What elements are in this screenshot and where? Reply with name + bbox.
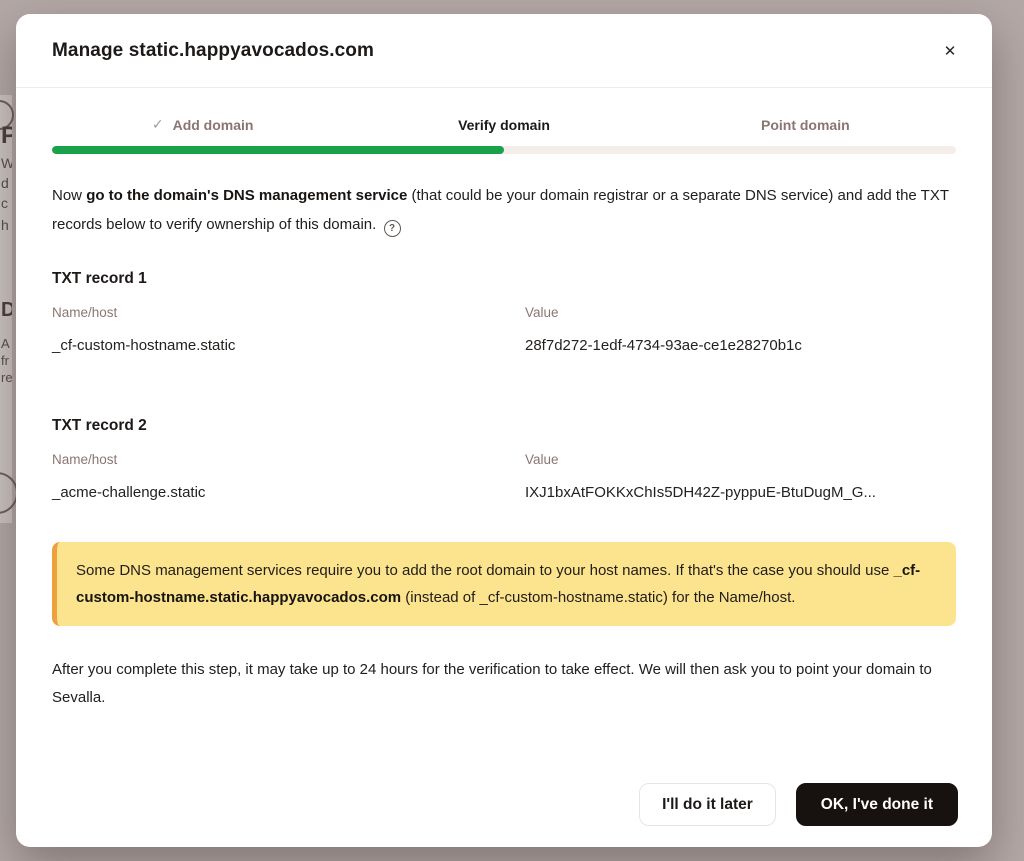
modal-header: Manage static.happyavocados.com ✕ — [16, 14, 992, 88]
background-text-fragment: D — [1, 300, 12, 320]
help-icon[interactable]: ? — [384, 220, 401, 237]
intro-text: Now — [52, 187, 86, 204]
step-label: Point domain — [761, 117, 850, 133]
txt-record-1: TXT record 1 Name/host Value _cf-custom-… — [52, 270, 956, 354]
warning-text: Some DNS management services require you… — [76, 562, 893, 579]
record-title: TXT record 1 — [52, 270, 956, 288]
background-text-fragment: W — [1, 156, 12, 170]
value-label: Value — [525, 452, 956, 467]
ok-done-button[interactable]: OK, I've done it — [796, 783, 958, 827]
modal-body: ✓ Add domain Verify domain Point domain … — [16, 116, 992, 712]
progress-bar-fill — [52, 146, 504, 154]
name-host-label: Name/host — [52, 305, 525, 320]
background-text-fragment: d — [1, 176, 12, 190]
background-text-fragment: re — [1, 371, 12, 384]
background-text-fragment: fr — [1, 354, 12, 367]
record-column-headers: Name/host Value — [52, 452, 956, 467]
name-host-value: _acme-challenge.static — [52, 484, 525, 501]
do-it-later-button[interactable]: I'll do it later — [639, 783, 776, 827]
background-text-fragment: c — [1, 196, 12, 210]
record-values: _acme-challenge.static IXJ1bxAtFOKKxChIs… — [52, 484, 956, 501]
step-label: Add domain — [173, 117, 254, 133]
verification-note: After you complete this step, it may tak… — [52, 656, 956, 712]
step-labels: ✓ Add domain Verify domain Point domain — [52, 116, 956, 133]
name-host-value: _cf-custom-hostname.static — [52, 337, 525, 354]
record-value: IXJ1bxAtFOKKxChIs5DH42Z-pyppuE-BtuDugM_G… — [525, 484, 956, 501]
checkmark-icon: ✓ — [152, 116, 164, 133]
warning-text: (instead of _cf-custom-hostname.static) … — [401, 589, 795, 606]
modal-title: Manage static.happyavocados.com — [52, 40, 374, 62]
dns-root-domain-warning: Some DNS management services require you… — [52, 542, 956, 626]
intro-text-bold: go to the domain's DNS management servic… — [86, 187, 407, 204]
step-verify-domain: Verify domain — [353, 116, 654, 133]
record-values: _cf-custom-hostname.static 28f7d272-1edf… — [52, 337, 956, 354]
background-text-fragment: P — [1, 124, 12, 148]
record-value: 28f7d272-1edf-4734-93ae-ce1e28270b1c — [525, 337, 956, 354]
step-point-domain: Point domain — [655, 116, 956, 133]
intro-paragraph: Now go to the domain's DNS management se… — [52, 181, 956, 239]
step-add-domain: ✓ Add domain — [52, 116, 353, 133]
manage-domain-modal: Manage static.happyavocados.com ✕ ✓ Add … — [16, 14, 992, 847]
txt-record-2: TXT record 2 Name/host Value _acme-chall… — [52, 417, 956, 501]
background-text-fragment: A — [1, 337, 12, 350]
step-label: Verify domain — [458, 117, 550, 133]
wizard-stepper: ✓ Add domain Verify domain Point domain — [52, 116, 956, 154]
name-host-label: Name/host — [52, 452, 525, 467]
close-icon[interactable]: ✕ — [936, 37, 964, 65]
value-label: Value — [525, 305, 956, 320]
modal-footer-actions: I'll do it later OK, I've done it — [639, 783, 958, 827]
record-title: TXT record 2 — [52, 417, 956, 435]
background-text-fragment: h — [1, 218, 12, 232]
record-column-headers: Name/host Value — [52, 305, 956, 320]
progress-bar-track — [52, 146, 956, 154]
